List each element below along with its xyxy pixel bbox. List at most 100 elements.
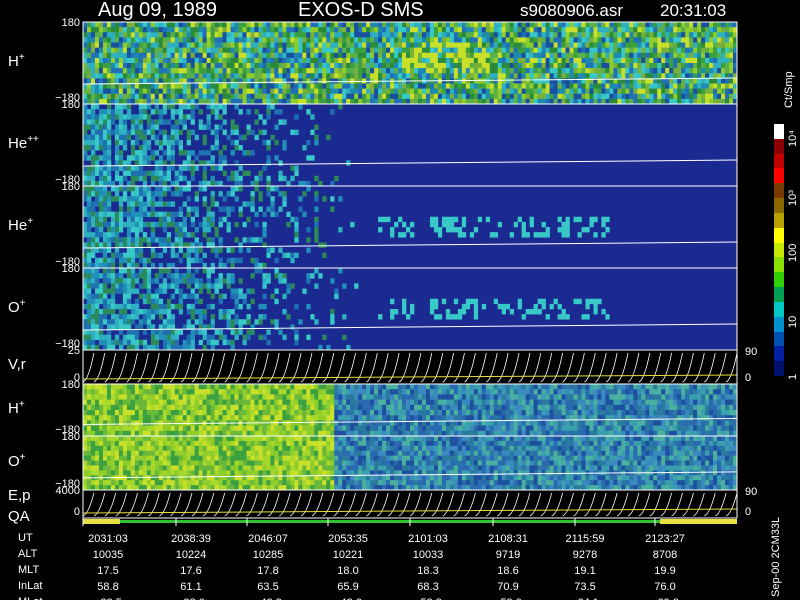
ephemeris-value: 10224 — [175, 549, 207, 561]
panel-label-0: H+ — [8, 52, 25, 70]
ephemeris-value: 65.9 — [337, 581, 359, 593]
panel-label-sup: + — [18, 399, 25, 410]
colorbar-swatch — [774, 331, 784, 347]
right-tick-top: 90 — [745, 346, 758, 358]
ephemeris-value: 17.6 — [180, 565, 202, 577]
colorbar-swatch — [774, 301, 784, 318]
y-tick-top: 180 — [61, 99, 80, 111]
panel-label-sup: + — [19, 298, 26, 309]
panel-label-4: V,r — [8, 357, 26, 372]
trace-yellow — [82, 374, 738, 380]
colorbar-swatch — [774, 316, 784, 333]
colorbar-swatch — [774, 346, 784, 362]
panel-label-main: O — [8, 453, 20, 470]
ephemeris-value: 9719 — [495, 549, 521, 561]
colorbar-swatch — [774, 272, 784, 288]
colorbar-swatch — [774, 287, 784, 303]
panel-label-2: He+ — [8, 216, 34, 234]
y-tick-top: 4000 — [55, 485, 80, 497]
ephemeris-label-inlat: InLat — [18, 580, 43, 592]
ephemeris-value: 2046:07 — [248, 533, 288, 545]
qa-bar-start — [83, 519, 120, 524]
y-tick-top: 180 — [61, 379, 80, 391]
colorbar-tick: 10³ — [787, 190, 799, 206]
panel-4 — [82, 349, 738, 385]
ephemeris-value: 73.5 — [574, 581, 596, 593]
y-tick-top: 25 — [67, 345, 80, 357]
panel-5 — [82, 383, 738, 437]
y-tick-top: 180 — [61, 17, 80, 29]
ephemeris-value: 19.9 — [654, 565, 676, 577]
trace-yellow — [82, 508, 738, 514]
colorbar-tick: 10⁴ — [787, 130, 799, 147]
plot-stage: Aug 09, 1989 EXOS-D SMS s9080906.asr 20:… — [0, 0, 800, 600]
ephemeris-label-alt: ALT — [18, 548, 38, 560]
ephemeris-label-ut: UT — [18, 532, 33, 544]
colorbar-swatch — [774, 257, 784, 273]
y-tick-top: 180 — [61, 263, 80, 275]
panel-label-sup: ++ — [27, 134, 39, 145]
panel-label-sup: + — [19, 452, 26, 463]
panel-3 — [82, 267, 738, 351]
ephemeris-value: 18.0 — [337, 565, 359, 577]
plot-canvas — [82, 21, 738, 526]
colorbar-swatch — [774, 198, 784, 214]
panel-6 — [82, 435, 738, 491]
ephemeris-value: 58.8 — [97, 581, 119, 593]
panel-label-main: H — [8, 53, 19, 70]
ephemeris-label-mlt: MLT — [18, 564, 40, 576]
ephemeris-value: 68.3 — [417, 581, 439, 593]
colorbar-swatch — [774, 153, 784, 169]
panel-0 — [82, 21, 738, 105]
ephemeris-value: 10285 — [252, 549, 284, 561]
colorbar-swatch — [774, 361, 784, 377]
colorbar-swatch — [774, 227, 784, 244]
ephemeris-value: 2038:39 — [171, 533, 211, 545]
panel-label-3: O+ — [8, 298, 26, 316]
y-tick-top: 180 — [61, 431, 80, 443]
colorbar-tick: 1 — [787, 373, 799, 380]
panel-2 — [82, 185, 738, 269]
panel-label-1: He++ — [8, 134, 39, 152]
ephemeris-value: 2031:03 — [88, 533, 128, 545]
ephemeris-value: 8708 — [652, 549, 678, 561]
ephemeris-value: 76.0 — [654, 581, 676, 593]
panel-label-main: O — [8, 299, 20, 316]
version-label: Sep-00 2CM33L — [770, 516, 782, 597]
ephemeris-value: 17.8 — [257, 565, 279, 577]
ephemeris-value: 2053:35 — [328, 533, 368, 545]
colorbar-swatch — [774, 168, 784, 184]
colorbar-swatch — [774, 183, 784, 199]
panel-label-main: He — [8, 217, 28, 234]
right-tick-top: 90 — [745, 486, 758, 498]
colorbar-swatch — [774, 124, 784, 140]
panel-label-sup: + — [27, 216, 34, 227]
ephemeris-value: 10033 — [412, 549, 444, 561]
y-tick-bottom: 0 — [73, 506, 80, 518]
trace-line — [82, 352, 738, 383]
panel-label-sub: QA — [8, 508, 30, 525]
qa-bar-end — [660, 519, 737, 524]
ephemeris-value: 2115:59 — [565, 533, 605, 545]
colorbar-swatch — [774, 242, 784, 258]
ephemeris-value: 63.5 — [257, 581, 279, 593]
right-tick-bottom: 0 — [745, 372, 752, 384]
panel-label-main: E,p — [8, 487, 31, 504]
panel-label-7: E,p QA — [8, 488, 31, 524]
ephemeris-value: 10035 — [92, 549, 124, 561]
panel-7 — [82, 489, 738, 519]
ephemeris-value: 10221 — [332, 549, 364, 561]
panel-label-main: He — [8, 135, 28, 152]
panel-label-sup: + — [18, 52, 25, 63]
colorbar-unit-label: Ct/Smp — [783, 71, 795, 108]
ephemeris-value: 70.9 — [497, 581, 519, 593]
colorbar-tick: 100 — [787, 243, 799, 262]
ephemeris-value: 2123:27 — [645, 533, 685, 545]
ephemeris-value: 17.5 — [97, 565, 119, 577]
panel-label-main: V,r — [8, 356, 26, 373]
ephemeris-value: 19.1 — [574, 565, 596, 577]
right-tick-bottom: 0 — [745, 506, 752, 518]
panel-label-main: H — [8, 400, 19, 417]
ephemeris-value: 2101:03 — [408, 533, 448, 545]
colorbar-swatch — [774, 138, 784, 155]
